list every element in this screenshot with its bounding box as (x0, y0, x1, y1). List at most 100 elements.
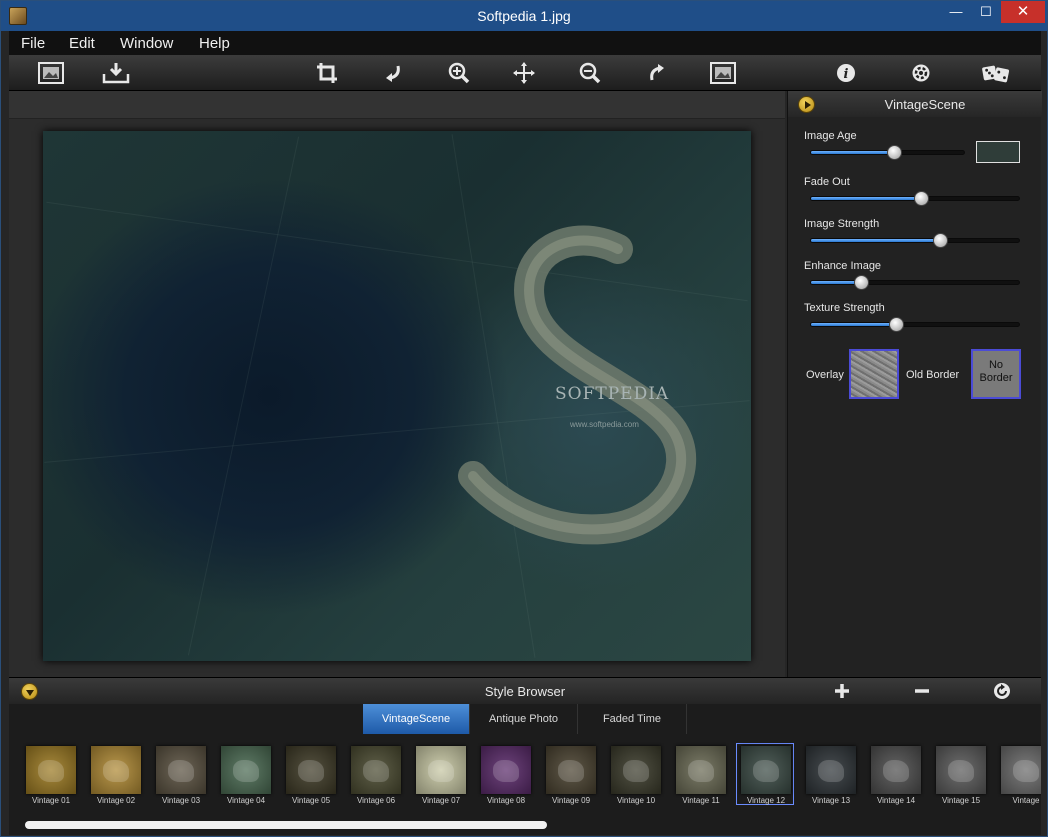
menu-help[interactable]: Help (199, 35, 230, 52)
preset-thumbnail[interactable]: Vintage 14 (867, 744, 923, 805)
no-border-thumbnail[interactable]: No Border (971, 349, 1021, 399)
preset-label: Vintage 11 (682, 796, 720, 805)
zoom-in-icon[interactable] (444, 59, 474, 87)
panel-header: VintageScene (788, 91, 1042, 117)
preset-label: Vintage 03 (161, 796, 201, 805)
image-age-slider[interactable] (810, 145, 965, 160)
image-age-color-swatch[interactable] (976, 141, 1020, 163)
close-button[interactable]: ✕ (1001, 1, 1045, 23)
preset-label: Vintage 09 (551, 796, 591, 805)
info-icon[interactable]: i (831, 59, 861, 87)
open-image-icon[interactable] (36, 59, 66, 87)
texture-strength-label: Texture Strength (804, 302, 885, 314)
tab-faded-time[interactable]: Faded Time (578, 704, 687, 734)
preset-thumbnail[interactable]: Vintage 02 (87, 744, 143, 805)
tab-vintagescene[interactable]: VintageScene (363, 704, 470, 734)
vintage-photo-preview[interactable]: SOFTPEDIA www.softpedia.com (43, 131, 751, 661)
image-canvas-area[interactable]: SOFTPEDIA www.softpedia.com (9, 91, 785, 677)
preset-thumbnail[interactable]: Vintage 11 (672, 744, 728, 805)
preset-preview-image (741, 746, 791, 794)
rotate-right-icon[interactable] (642, 59, 672, 87)
title-bar: Softpedia 1.jpg — ☐ ✕ (1, 1, 1047, 31)
maximize-button[interactable]: ☐ (971, 1, 1001, 23)
texture-strength-slider[interactable] (810, 317, 1020, 332)
preset-label: Vintage 02 (96, 796, 136, 805)
slider-knob[interactable] (914, 191, 930, 206)
add-preset-icon[interactable] (833, 682, 851, 700)
preset-preview-image (286, 746, 336, 794)
fade-out-label: Fade Out (804, 176, 850, 188)
slider-knob[interactable] (886, 145, 902, 160)
menu-edit[interactable]: Edit (69, 35, 95, 52)
preset-preview-image (416, 746, 466, 794)
image-age-label: Image Age (804, 130, 857, 142)
preset-preview-image (26, 746, 76, 794)
preset-label: Vintage 01 (31, 796, 71, 805)
preset-preview-image (806, 746, 856, 794)
preset-thumbnail[interactable]: Vintage 01 (22, 744, 78, 805)
preset-label: Vintage 12 (746, 796, 786, 805)
menu-bar: File Edit Window Help (9, 31, 1041, 55)
menu-file[interactable]: File (21, 35, 45, 52)
preset-label: Vintage 10 (616, 796, 656, 805)
image-strength-label: Image Strength (804, 218, 880, 230)
preset-preview-image (871, 746, 921, 794)
preset-preview-image (221, 746, 271, 794)
save-download-icon[interactable] (101, 59, 131, 87)
fade-out-slider[interactable] (810, 191, 1020, 206)
old-border-label: Old Border (906, 369, 960, 381)
preset-thumbnail[interactable]: Vintage 10 (607, 744, 663, 805)
preset-preview-image (156, 746, 206, 794)
menu-window[interactable]: Window (120, 35, 173, 52)
window-title: Softpedia 1.jpg (477, 8, 571, 24)
preset-thumbnail[interactable]: Vintage 06 (347, 744, 403, 805)
panel-title: VintageScene (884, 97, 966, 112)
canvas-header-strip (9, 91, 785, 119)
preset-preview-image (611, 746, 661, 794)
preset-preview-image (481, 746, 531, 794)
preset-label: Vintage 15 (941, 796, 981, 805)
preset-thumbnail[interactable]: Vintage 08 (477, 744, 533, 805)
overlay-label: Overlay (806, 369, 844, 381)
preset-label: Vintage (1012, 796, 1040, 805)
preset-thumbnails: Vintage 01 Vintage 02 Vintage 03 Vintage 04… (9, 740, 1041, 810)
preset-thumbnail[interactable]: Vintage 03 (152, 744, 208, 805)
remove-preset-icon[interactable] (913, 682, 931, 700)
preset-label: Vintage 05 (291, 796, 331, 805)
overlay-texture-thumbnail[interactable] (849, 349, 899, 399)
crop-icon[interactable] (312, 59, 342, 87)
fit-image-icon[interactable] (708, 59, 738, 87)
image-strength-slider[interactable] (810, 233, 1020, 248)
enhance-image-slider[interactable] (810, 275, 1020, 290)
horizontal-scrollbar[interactable] (25, 821, 547, 829)
slider-knob[interactable] (853, 275, 869, 290)
random-dice-icon[interactable] (981, 59, 1011, 87)
refresh-icon[interactable] (993, 682, 1011, 700)
app-window: Softpedia 1.jpg — ☐ ✕ File Edit Window H… (0, 0, 1048, 837)
preset-thumbnail[interactable]: Vintage 15 (932, 744, 988, 805)
minimize-button[interactable]: — (941, 1, 971, 23)
pan-move-icon[interactable] (509, 59, 539, 87)
preset-label: Vintage 07 (421, 796, 461, 805)
preset-thumbnail[interactable]: Vintage 07 (412, 744, 468, 805)
watermark-logo: SOFTPEDIA (555, 384, 670, 404)
preset-preview-image (1001, 746, 1041, 794)
preset-label: Vintage 14 (876, 796, 916, 805)
zoom-out-icon[interactable] (575, 59, 605, 87)
svg-text:i: i (844, 67, 849, 82)
preset-label: Vintage 06 (356, 796, 396, 805)
preset-preview-image (351, 746, 401, 794)
preset-thumbnail[interactable]: Vintage 09 (542, 744, 598, 805)
slider-knob[interactable] (932, 233, 948, 248)
preset-label: Vintage 13 (811, 796, 851, 805)
slider-knob[interactable] (889, 317, 905, 332)
rotate-left-icon[interactable] (378, 59, 408, 87)
tab-antique-photo[interactable]: Antique Photo (470, 704, 578, 734)
preset-thumbnail[interactable]: Vintage 13 (802, 744, 858, 805)
preset-thumbnail[interactable]: Vintage 05 (282, 744, 338, 805)
settings-icon[interactable] (906, 59, 936, 87)
preset-thumbnail[interactable]: Vintage 04 (217, 744, 273, 805)
toolbar: i (9, 55, 1041, 91)
preset-thumbnail[interactable]: Vintage (997, 744, 1041, 805)
preset-thumbnail[interactable]: Vintage 12 (736, 743, 794, 805)
